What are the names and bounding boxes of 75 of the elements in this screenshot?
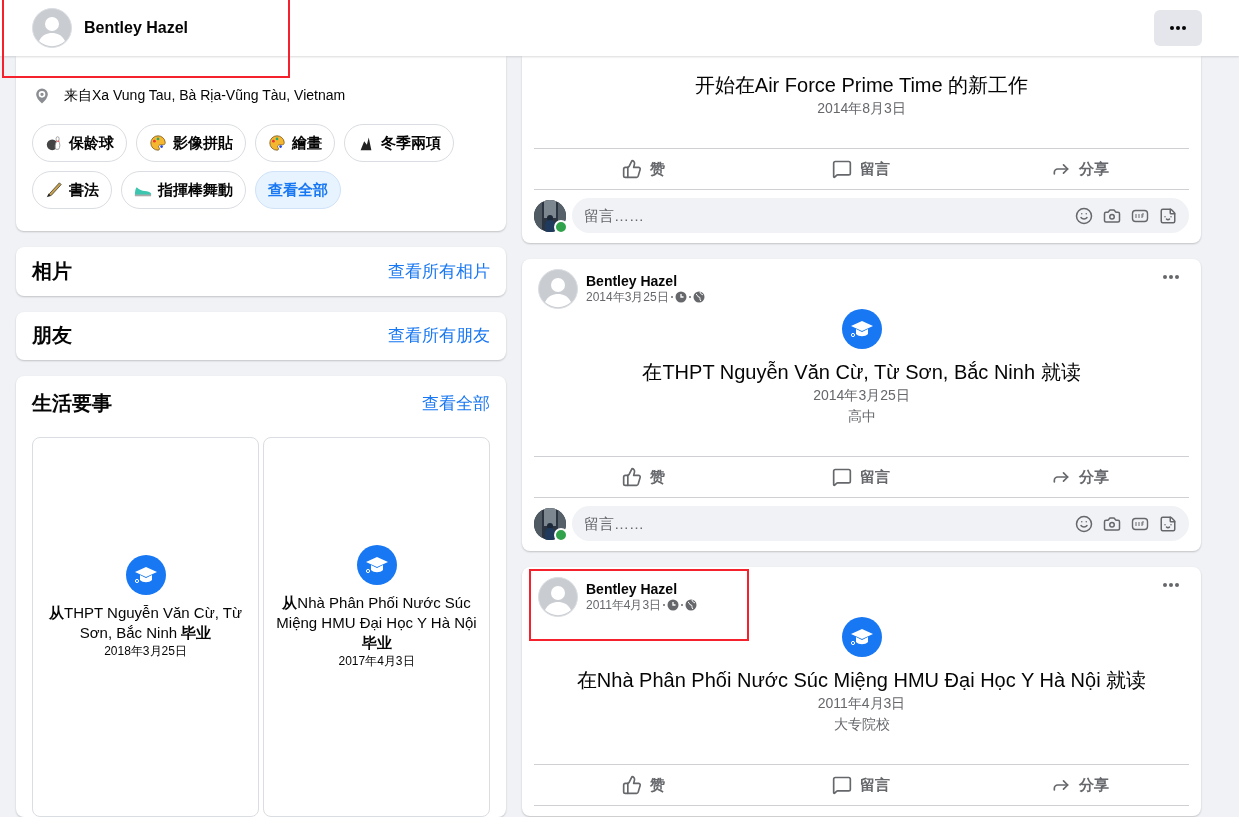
life-event-text: 从THPT Nguyễn Văn Cừ, Từ Sơn, Bắc Ninh 毕业 <box>48 602 243 643</box>
graduation-cap-icon <box>125 554 166 595</box>
comment-field[interactable]: 留言…… <box>572 198 1189 233</box>
author-name[interactable]: Bentley Hazel <box>586 272 705 289</box>
graduation-cap-icon <box>841 617 882 657</box>
more-button[interactable] <box>1154 10 1202 46</box>
globe-icon <box>692 291 705 303</box>
life-event-card[interactable]: 从Nhà Phân Phối Nước Súc Miệng HMU Đại Học Y Hà Nội 毕业 2017年4月3日 <box>263 437 490 817</box>
avatar-icon <box>538 577 578 617</box>
camera-icon[interactable] <box>1103 514 1121 533</box>
graduation-cap-icon <box>356 544 397 585</box>
post-date: 2014年3月25日 <box>813 386 910 405</box>
bowling-icon <box>45 134 63 152</box>
thumbs-up-icon <box>621 467 642 487</box>
clock-icon <box>667 599 680 611</box>
life-event-date: 2018年3月25日 <box>104 642 187 660</box>
hobby-chip[interactable]: 影像拼貼 <box>136 124 246 162</box>
see-all-link[interactable]: 查看全部 <box>422 392 490 415</box>
post-time[interactable]: 2011年4月3日 <box>586 596 662 614</box>
life-event-text: 从Nhà Phân Phối Nước Súc Miệng HMU Đại Học Y Hà Nội 毕业 <box>275 592 478 653</box>
avatar-icon <box>32 8 72 48</box>
action-button[interactable]: 赞 <box>534 457 753 497</box>
sticker-icon[interactable] <box>1159 514 1177 533</box>
action-button[interactable]: 留言 <box>752 149 971 189</box>
post-date: 2011年4月3日 <box>817 694 906 713</box>
see-all-link[interactable]: 查看所有相片 <box>388 259 490 283</box>
hobby-chip[interactable]: 書法 <box>32 171 112 209</box>
thumbs-up-icon <box>621 159 642 179</box>
action-button[interactable]: 分享 <box>970 457 1189 497</box>
speech-bubble-icon <box>832 775 853 795</box>
hobby-chip[interactable]: 冬季兩項 <box>344 124 454 162</box>
life-event-card[interactable]: 从THPT Nguyễn Văn Cừ, Từ Sơn, Bắc Ninh 毕业 2018年3月25日 <box>32 437 259 817</box>
action-button[interactable]: 分享 <box>970 149 1189 189</box>
more-icon <box>1163 583 1179 587</box>
post-title: 在Nhà Phân Phối Nước Súc Miệng HMU Đại Học Y Hà Nội 就读 <box>576 668 1147 693</box>
see-all-button[interactable]: 查看全部 <box>255 171 341 209</box>
smiley-icon[interactable] <box>1075 206 1093 225</box>
palette-icon <box>149 134 167 152</box>
post-title: 开始在Air Force Prime Time 的新工作 <box>694 73 1029 98</box>
post-title: 在THPT Nguyễn Văn Cừ, Từ Sơn, Bắc Ninh 就读 <box>642 360 1081 385</box>
post-date: 2014年8月3日 <box>817 99 906 118</box>
see-all-link[interactable]: 查看所有朋友 <box>388 324 490 348</box>
speech-bubble-icon <box>832 467 853 487</box>
more-icon <box>1170 26 1186 30</box>
brush-icon <box>45 181 63 199</box>
smiley-icon[interactable] <box>1075 514 1093 533</box>
life-event-date: 2017年4月3日 <box>338 652 415 670</box>
comment-field[interactable]: 留言…… <box>572 506 1189 541</box>
more-icon <box>1163 275 1179 279</box>
action-button[interactable]: 赞 <box>534 149 753 189</box>
section-title: 相片 <box>32 258 72 284</box>
section-title: 朋友 <box>32 323 72 349</box>
action-button[interactable]: 赞 <box>534 765 753 805</box>
author-name[interactable]: Bentley Hazel <box>586 580 698 597</box>
action-button[interactable]: 分享 <box>970 765 1189 805</box>
action-button[interactable]: 留言 <box>752 765 971 805</box>
action-button[interactable]: 留言 <box>752 457 971 497</box>
hobby-chip[interactable]: 保龄球 <box>32 124 127 162</box>
profile-name[interactable]: Bentley Hazel <box>84 19 189 37</box>
palette-icon <box>268 134 286 152</box>
section-title: 生活要事 <box>32 391 112 416</box>
location-text: 来自Xa Vung Tau, Bà Rịa-Vũng Tàu, Vietnam <box>64 87 346 105</box>
avatar-icon <box>538 269 578 309</box>
globe-icon <box>685 599 698 611</box>
thumbs-up-icon <box>621 775 642 795</box>
post-time[interactable]: 2014年3月25日 <box>586 288 669 306</box>
camera-icon[interactable] <box>1103 206 1121 225</box>
hobby-chip[interactable]: 指揮棒舞動 <box>121 171 246 209</box>
post-detail: 高中 <box>847 408 876 426</box>
clock-icon <box>674 291 687 303</box>
graduation-cap-icon <box>841 309 882 349</box>
post-detail: 大专院校 <box>833 716 890 734</box>
speech-bubble-icon <box>832 159 853 179</box>
sticker-icon[interactable] <box>1159 206 1177 225</box>
hobby-chip[interactable]: 繪畫 <box>255 124 335 162</box>
